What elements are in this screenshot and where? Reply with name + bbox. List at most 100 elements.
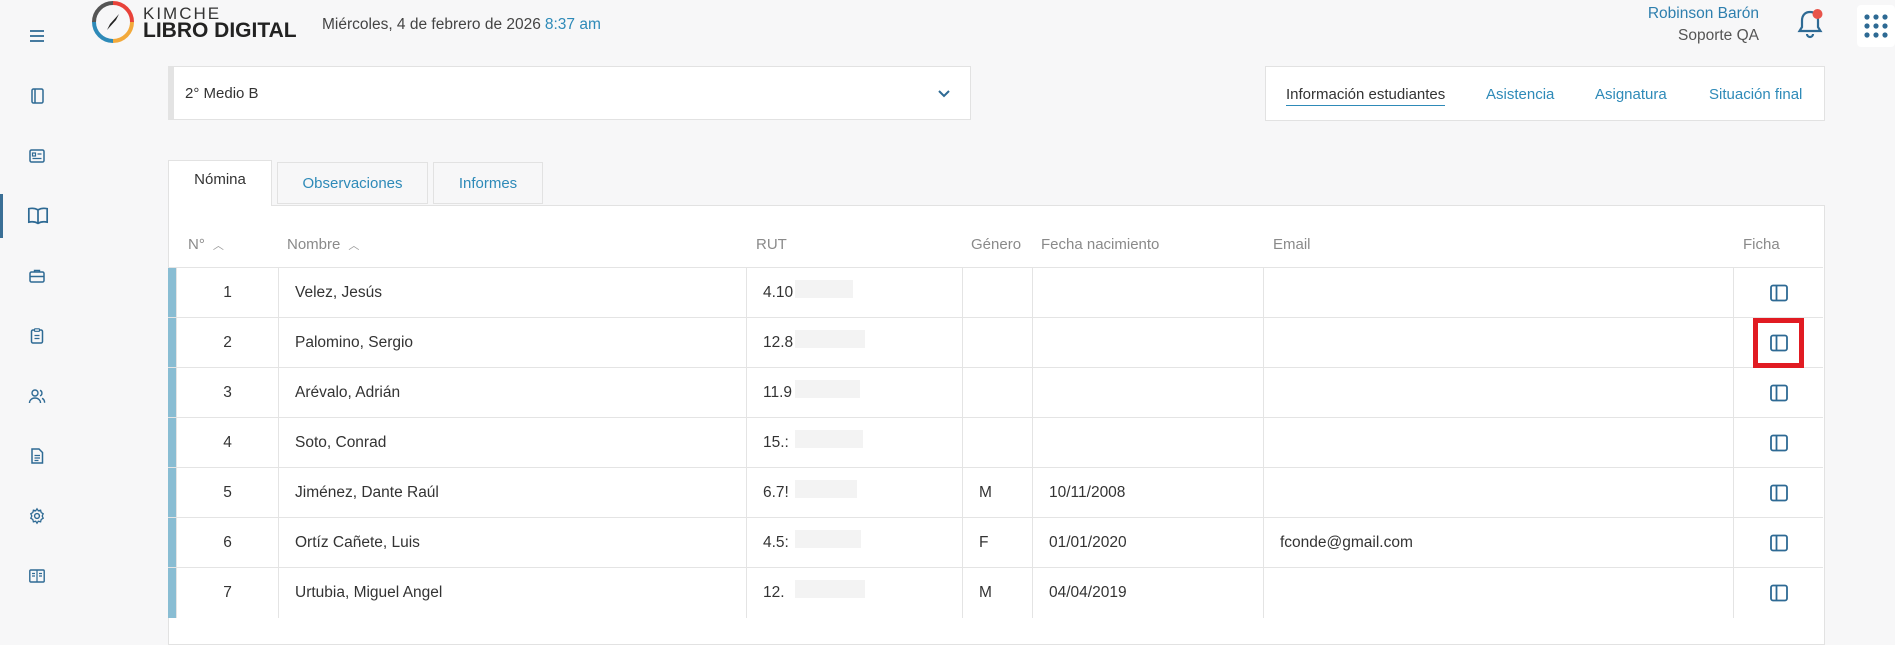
briefcase-icon[interactable] (0, 254, 73, 298)
header-email: Email (1273, 236, 1311, 253)
ficha-cell[interactable] (1733, 568, 1823, 618)
student-gender (962, 268, 1032, 318)
student-birthdate (1032, 318, 1263, 368)
ficha-panel-icon[interactable] (1769, 533, 1789, 553)
row-number: 2 (176, 318, 278, 368)
nav-situacion-final[interactable]: Situación final (1709, 86, 1802, 103)
student-rut-text: 4.5: (763, 534, 789, 551)
student-email (1263, 318, 1733, 368)
book-icon[interactable] (0, 194, 73, 238)
sort-up-icon: ︿ (212, 240, 224, 252)
brand-bottom: LIBRO DIGITAL (143, 19, 297, 42)
document-icon[interactable] (0, 434, 73, 478)
bell-icon[interactable] (1795, 7, 1825, 41)
table-row: 1 Velez, Jesús 4.10 (168, 267, 1823, 318)
tab-nomina[interactable]: Nómina (168, 160, 272, 206)
user-name[interactable]: Robinson Barón (1648, 5, 1759, 23)
student-rut-text: 15.: (763, 434, 789, 451)
top-header: KIMCHE LIBRO DIGITAL Miércoles, 4 de feb… (73, 0, 1895, 58)
header-name[interactable]: Nombre ︿ (287, 236, 359, 253)
row-number: 3 (176, 368, 278, 418)
header-rut: RUT (756, 236, 787, 253)
header-fecha-nacimiento: Fecha nacimiento (1041, 236, 1160, 253)
apps-grid-icon (1864, 14, 1888, 38)
gear-icon[interactable] (0, 494, 73, 538)
student-name-text: Jiménez, Dante Raúl (295, 484, 439, 501)
row-number-text: 4 (223, 434, 232, 451)
ficha-panel-icon[interactable] (1769, 433, 1789, 453)
student-rut-text: 12.8 (763, 334, 794, 351)
row-number: 6 (176, 518, 278, 568)
student-birthdate-text: 10/11/2008 (1049, 484, 1126, 501)
student-name: Jiménez, Dante Raúl (278, 468, 746, 518)
student-birthdate (1032, 368, 1263, 418)
ficha-cell[interactable] (1733, 418, 1823, 468)
student-email (1263, 468, 1733, 518)
student-name-text: Soto, Conrad (295, 434, 387, 451)
header-genero: Género (971, 236, 1022, 253)
clipboard-icon[interactable] (0, 314, 73, 358)
student-name-text: Ortíz Cañete, Luis (295, 534, 420, 551)
row-indicator (168, 368, 176, 418)
ficha-panel-icon[interactable] (1769, 283, 1789, 303)
ficha-cell[interactable] (1733, 468, 1823, 518)
table-row: 7 Urtubia, Miguel Angel 12. M 04/04/2019 (168, 567, 1823, 618)
ficha-panel-icon[interactable] (1769, 383, 1789, 403)
sort-up-icon: ︿ (348, 240, 360, 252)
row-number: 7 (176, 568, 278, 618)
id-card-icon[interactable] (0, 134, 73, 178)
nav-asistencia[interactable]: Asistencia (1486, 86, 1554, 103)
student-email (1263, 418, 1733, 468)
student-birthdate-text: 01/01/2020 (1049, 534, 1127, 551)
student-rut: 12.8 (746, 318, 962, 368)
row-number-text: 2 (223, 334, 232, 351)
redacted-rut (795, 580, 865, 598)
users-icon[interactable] (0, 374, 73, 418)
ficha-panel-icon[interactable] (1769, 483, 1789, 503)
table-row: 2 Palomino, Sergio 12.8 (168, 317, 1823, 368)
redacted-rut (795, 530, 861, 548)
header-ficha: Ficha (1743, 236, 1780, 253)
row-number-text: 1 (223, 284, 232, 301)
ficha-cell[interactable] (1733, 368, 1823, 418)
student-birthdate: 04/04/2019 (1032, 568, 1263, 618)
student-name: Velez, Jesús (278, 268, 746, 318)
menu-icon[interactable] (0, 14, 73, 58)
time-text: 8:37 am (544, 16, 601, 33)
reading-book-icon[interactable] (0, 554, 73, 598)
student-birthdate-text: 04/04/2019 (1049, 584, 1127, 601)
ficha-cell[interactable] (1733, 268, 1823, 318)
course-select-value: 2° Medio B (185, 85, 259, 102)
student-gender (962, 368, 1032, 418)
student-birthdate (1032, 268, 1263, 318)
row-number: 4 (176, 418, 278, 468)
student-gender-text: F (979, 534, 989, 551)
notebook-icon[interactable] (0, 74, 73, 118)
ficha-panel-icon[interactable] (1769, 583, 1789, 603)
student-rut: 4.5: (746, 518, 962, 568)
table-row: 6 Ortíz Cañete, Luis 4.5: F 01/01/2020 fconde… (168, 517, 1823, 568)
student-gender-text: M (979, 584, 992, 601)
nav-asignatura[interactable]: Asignatura (1595, 86, 1667, 103)
tab-informes[interactable]: Informes (433, 162, 543, 204)
student-name-text: Arévalo, Adrián (295, 384, 401, 401)
header-number[interactable]: N° ︿ (188, 236, 224, 253)
student-name-text: Urtubia, Miguel Angel (295, 584, 443, 601)
student-name: Urtubia, Miguel Angel (278, 568, 746, 618)
table-row: 3 Arévalo, Adrián 11.9 (168, 367, 1823, 418)
student-email-text: fconde@gmail.com (1280, 534, 1413, 551)
student-email (1263, 568, 1733, 618)
nav-informacion-estudiantes[interactable]: Información estudiantes (1286, 86, 1446, 106)
student-email (1263, 368, 1733, 418)
ficha-cell[interactable] (1733, 518, 1823, 568)
user-role: Soporte QA (1678, 27, 1759, 44)
student-birthdate (1032, 418, 1263, 468)
student-name-text: Velez, Jesús (295, 284, 383, 301)
row-number: 1 (176, 268, 278, 318)
row-indicator (168, 318, 176, 368)
student-gender: M (962, 568, 1032, 618)
apps-grid-button[interactable] (1857, 5, 1895, 47)
course-select[interactable]: 2° Medio B (168, 66, 971, 120)
student-gender: F (962, 518, 1032, 568)
tab-observaciones[interactable]: Observaciones (277, 162, 428, 204)
